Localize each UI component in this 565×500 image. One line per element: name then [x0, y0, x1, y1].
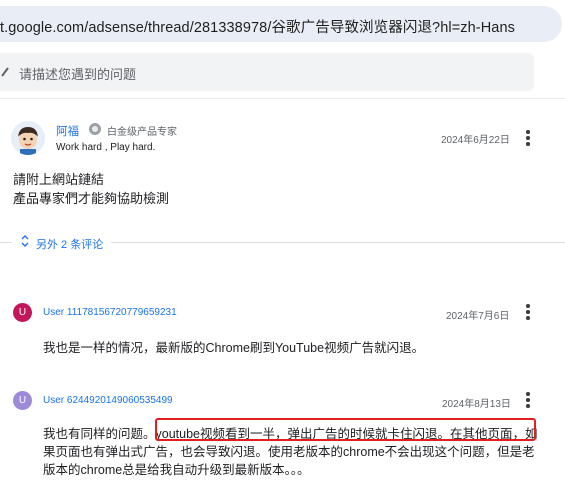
avatar[interactable]: U: [13, 391, 32, 410]
search-icon[interactable]: [0, 64, 10, 80]
post-body-line: 請附上網站鏈結: [13, 172, 105, 187]
comment-date: 2024年7月6日: [446, 311, 510, 322]
divider: [111, 242, 565, 243]
comment-user-name[interactable]: User 11178156720779659231: [43, 307, 177, 318]
divider: [0, 242, 12, 243]
badge-icon: [89, 123, 101, 135]
comment-user-name[interactable]: User 6244920149060535499: [43, 395, 173, 406]
avatar[interactable]: [11, 121, 45, 155]
browser-url-bar: t.google.com/adsense/thread/281338978/谷歌…: [0, 0, 565, 50]
author-motto: Work hard , Play hard.: [56, 142, 156, 153]
more-options-icon[interactable]: [525, 130, 531, 146]
post-date: 2024年6月22日: [441, 135, 510, 146]
chevron-up-down-icon: [20, 234, 30, 252]
more-comments-toggle[interactable]: 另外 2 条评论: [0, 232, 565, 252]
more-comments-label[interactable]: 另外 2 条评论: [36, 236, 103, 252]
search-placeholder[interactable]: 请描述您遇到的问题: [19, 64, 136, 83]
comment-line: 我也是一样的情况，最新版的Chrome刷到YouTube视频广告就闪退。: [43, 341, 425, 355]
badge-label: 白金级产品专家: [107, 127, 177, 138]
comment-line: 版本的chrome总是给我自动升级到最新版本。。。: [43, 463, 310, 477]
more-options-icon[interactable]: [525, 304, 531, 320]
more-options-icon[interactable]: [525, 392, 531, 408]
highlight-annotation: [155, 418, 536, 441]
url-text[interactable]: t.google.com/adsense/thread/281338978/谷歌…: [0, 16, 515, 37]
post-body: 請附上網站鏈結 產品專家們才能夠協助檢測: [13, 170, 169, 208]
post-author-name[interactable]: 阿福: [56, 123, 79, 139]
comment-line: 果页面也有弹出式广告，也会导致闪退。使用老版本的chrome不会出现这个问题，但…: [43, 445, 535, 459]
comment-date: 2024年8月13日: [442, 399, 511, 410]
divider: [0, 98, 565, 99]
post-body-line: 產品專家們才能夠協助檢測: [13, 191, 170, 206]
avatar[interactable]: U: [13, 303, 32, 322]
comment-text: 我也是一样的情况，最新版的Chrome刷到YouTube视频广告就闪退。: [43, 339, 424, 357]
